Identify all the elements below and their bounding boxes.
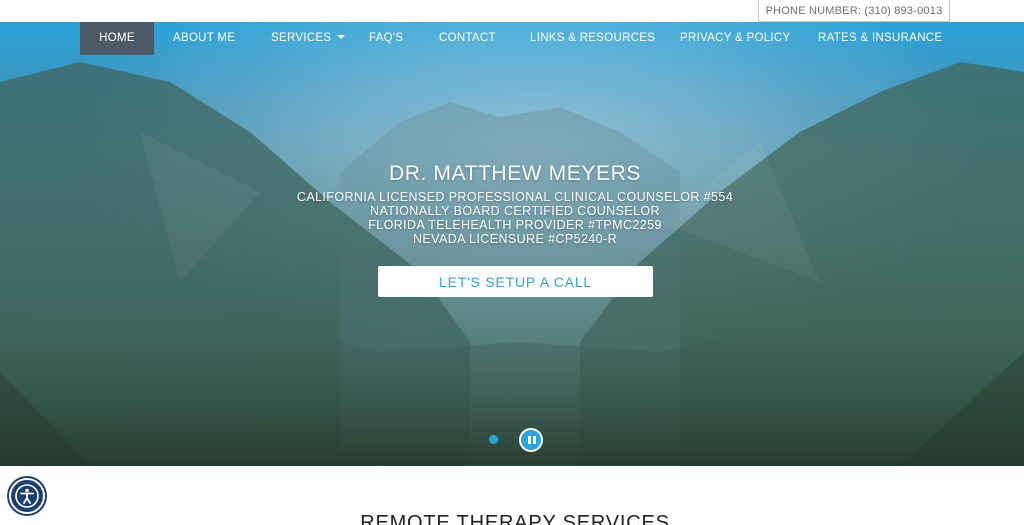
nav-home-label: HOME xyxy=(99,32,135,44)
hero-text: DR. MATTHEW MEYERS CALIFORNIA LICENSED P… xyxy=(0,160,1024,246)
nav-services-label: SERVICES xyxy=(271,32,332,44)
nav-privacy-policy-label: PRIVACY & POLICY xyxy=(680,32,791,44)
nav-faqs[interactable]: FAQ'S xyxy=(369,22,403,55)
credentials: CALIFORNIA LICENSED PROFESSIONAL CLINICA… xyxy=(0,190,1024,246)
nav-faqs-label: FAQ'S xyxy=(369,32,404,44)
nav-about-me[interactable]: ABOUT ME xyxy=(173,22,235,55)
chevron-down-icon xyxy=(337,35,346,39)
top-bar: PHONE NUMBER: (310) 893-0013 xyxy=(0,0,1024,22)
slide-dot-icon[interactable] xyxy=(489,435,498,444)
nav-about-me-label: ABOUT ME xyxy=(173,32,236,44)
credential-line: CALIFORNIA LICENSED PROFESSIONAL CLINICA… xyxy=(296,190,734,204)
nav-rates-insurance-label: RATES & INSURANCE xyxy=(818,32,943,44)
nav-services[interactable]: SERVICES xyxy=(271,22,346,55)
credential-line: NEVADA LICENSURE #CP5240-R xyxy=(413,232,617,246)
nav-links-resources-label: LINKS & RESOURCES xyxy=(530,32,656,44)
section-title: REMOTE THERAPY SERVICES xyxy=(360,512,670,525)
pause-icon[interactable] xyxy=(519,428,543,452)
nav-home[interactable]: HOME xyxy=(80,22,154,55)
nav-contact-label: CONTACT xyxy=(439,32,496,44)
credential-line: FLORIDA TELEHEALTH PROVIDER #TPMC2259 xyxy=(368,218,662,232)
setup-call-button[interactable]: LET'S SETUP A CALL xyxy=(378,266,653,297)
nav-rates-insurance[interactable]: RATES & INSURANCE xyxy=(818,22,942,55)
phone-number[interactable]: PHONE NUMBER: (310) 893-0013 xyxy=(758,0,950,22)
hero-name: DR. MATTHEW MEYERS xyxy=(389,162,641,185)
nav-contact[interactable]: CONTACT xyxy=(439,22,496,55)
nav-links-resources[interactable]: LINKS & RESOURCES xyxy=(530,22,655,55)
main-navigation: HOME ABOUT ME SERVICES FAQ'S CONTACT LIN… xyxy=(0,22,1024,55)
hero-banner: HOME ABOUT ME SERVICES FAQ'S CONTACT LIN… xyxy=(0,22,1024,466)
nav-privacy-policy[interactable]: PRIVACY & POLICY xyxy=(680,22,790,55)
accessibility-icon[interactable] xyxy=(9,478,45,514)
credential-line: NATIONALLY BOARD CERTIFIED COUNSELOR xyxy=(370,204,660,218)
